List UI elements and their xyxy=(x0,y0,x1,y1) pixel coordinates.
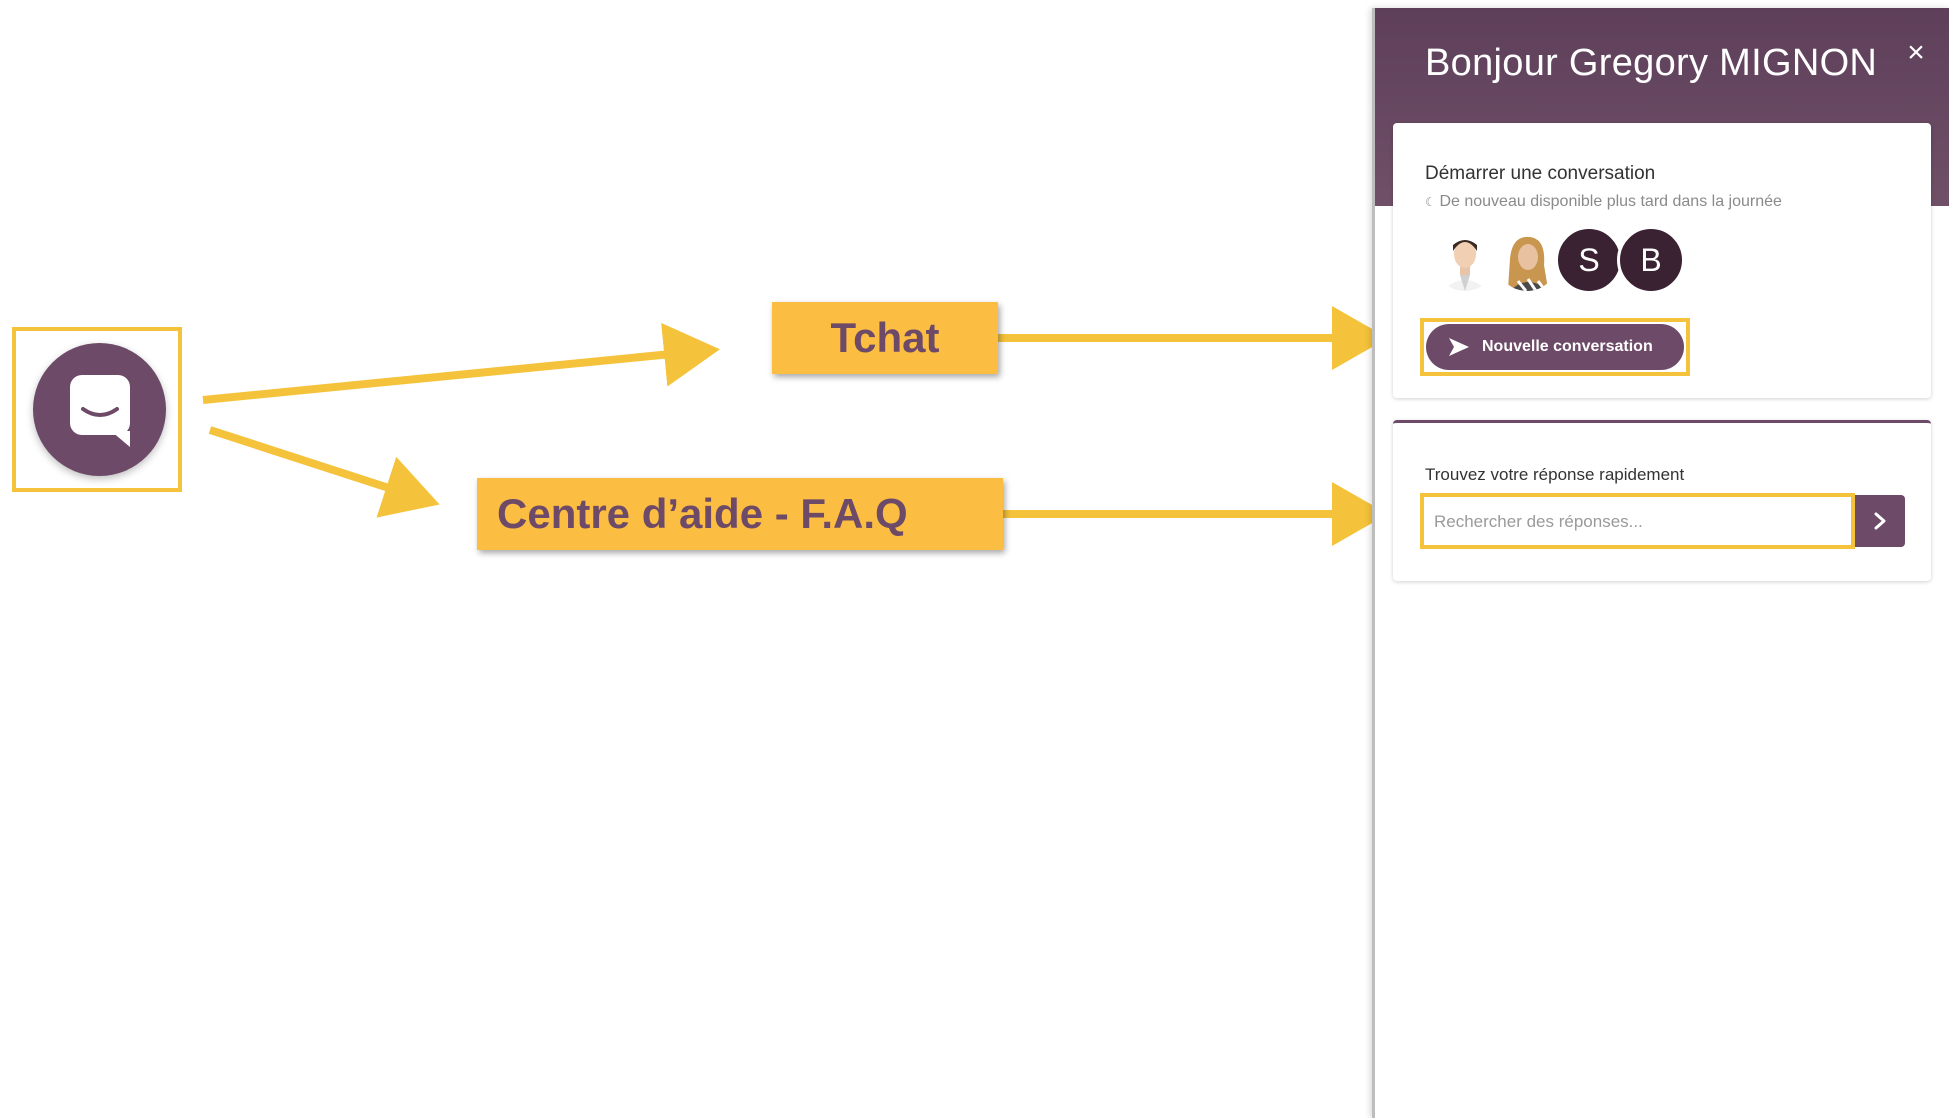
callout-faq: Centre d’aide - F.A.Q xyxy=(477,478,1003,550)
search-submit-button[interactable] xyxy=(1855,495,1905,547)
arrow-launcher-to-tchat xyxy=(202,322,720,404)
search-card: Trouvez votre réponse rapidement xyxy=(1393,420,1931,581)
agent-avatar: S xyxy=(1555,226,1623,294)
callout-tchat: Tchat xyxy=(772,302,998,374)
chat-bubble-icon xyxy=(70,375,130,447)
agent-avatar: B xyxy=(1617,226,1685,294)
avatar-initial: B xyxy=(1640,241,1662,278)
chevron-right-icon xyxy=(1874,512,1886,530)
availability-status: ☾ De nouveau disponible plus tard dans l… xyxy=(1425,193,1782,211)
agent-photo-female xyxy=(1496,229,1558,291)
arrow-launcher-to-faq xyxy=(208,426,440,518)
chat-panel: Bonjour Gregory MIGNON × Démarrer une co… xyxy=(1372,8,1949,1118)
close-icon[interactable]: × xyxy=(1901,38,1931,68)
avatar-initial: S xyxy=(1578,241,1600,278)
new-conversation-button[interactable]: Nouvelle conversation xyxy=(1426,324,1684,370)
agent-avatar xyxy=(1493,226,1561,294)
chat-launcher-button[interactable] xyxy=(33,343,166,476)
availability-text: De nouveau disponible plus tard dans la … xyxy=(1439,193,1782,210)
conversation-card: Démarrer une conversation ☾ De nouveau d… xyxy=(1393,123,1931,398)
agent-photo-male xyxy=(1434,229,1496,291)
conversation-title: Démarrer une conversation xyxy=(1425,163,1656,184)
new-conversation-label: Nouvelle conversation xyxy=(1482,338,1653,355)
search-highlight xyxy=(1420,493,1855,549)
send-icon xyxy=(1448,337,1470,357)
greeting-title: Bonjour Gregory MIGNON xyxy=(1425,42,1878,84)
search-title: Trouvez votre réponse rapidement xyxy=(1425,465,1685,484)
agent-avatar xyxy=(1431,226,1499,294)
search-input[interactable] xyxy=(1432,497,1836,547)
moon-icon: ☾ xyxy=(1425,195,1436,209)
